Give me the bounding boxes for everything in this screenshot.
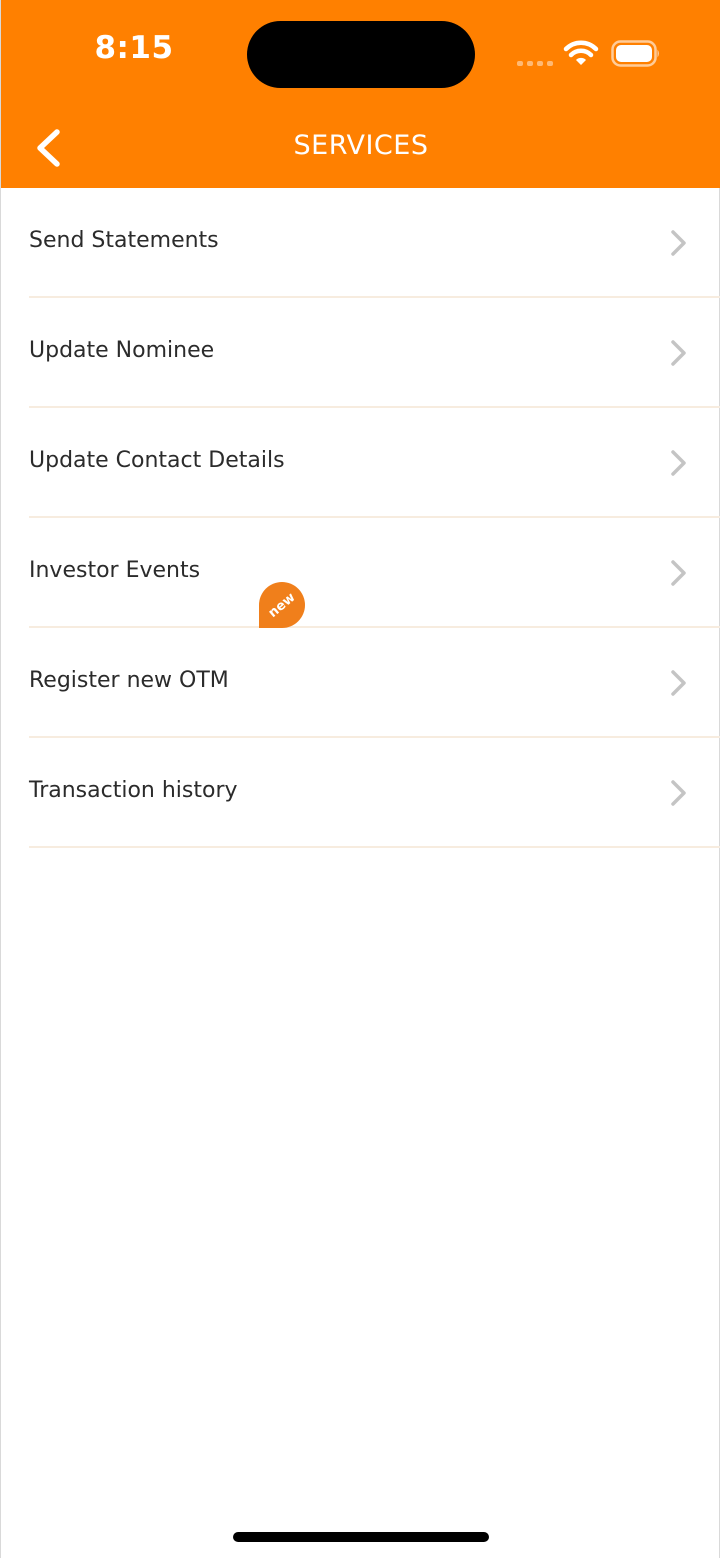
menu-item-register-new-otm[interactable]: Register new OTM	[1, 628, 720, 738]
menu-item-update-contact-details[interactable]: Update Contact Details	[1, 408, 720, 518]
new-badge: new	[259, 582, 305, 628]
menu-item-label: Investor Events	[29, 558, 201, 583]
menu-item-label: Send Statements	[29, 228, 219, 253]
chevron-right-icon	[671, 780, 686, 806]
chevron-right-icon	[671, 560, 686, 586]
services-menu-list: Send Statements Update Nominee Update Co…	[1, 188, 720, 848]
chevron-right-icon	[671, 670, 686, 696]
chevron-right-icon	[671, 230, 686, 256]
menu-item-transaction-history[interactable]: Transaction history	[1, 738, 720, 848]
services-screen: 8:15 SERVICES Send Statements Update Nom…	[0, 0, 720, 1558]
header-bar: 8:15 SERVICES	[1, 0, 720, 188]
new-badge-label: new	[265, 589, 299, 621]
menu-item-investor-events[interactable]: Investor Events	[1, 518, 720, 628]
chevron-right-icon	[671, 340, 686, 366]
home-indicator	[233, 1532, 489, 1542]
status-time: 8:15	[94, 30, 174, 66]
page-title: SERVICES	[293, 130, 429, 161]
menu-item-send-statements[interactable]: Send Statements	[1, 188, 720, 298]
menu-item-label: Transaction history	[29, 778, 238, 803]
menu-item-label: Update Contact Details	[29, 448, 285, 473]
cellular-signal-icon	[517, 58, 553, 66]
chevron-right-icon	[671, 450, 686, 476]
dynamic-island	[247, 21, 475, 88]
battery-icon	[611, 40, 659, 67]
menu-item-update-nominee[interactable]: Update Nominee	[1, 298, 720, 408]
back-button[interactable]	[25, 122, 73, 174]
wifi-icon	[563, 40, 599, 65]
menu-item-label: Update Nominee	[29, 338, 215, 363]
chevron-left-icon	[37, 129, 60, 167]
menu-item-label: Register new OTM	[29, 668, 229, 693]
